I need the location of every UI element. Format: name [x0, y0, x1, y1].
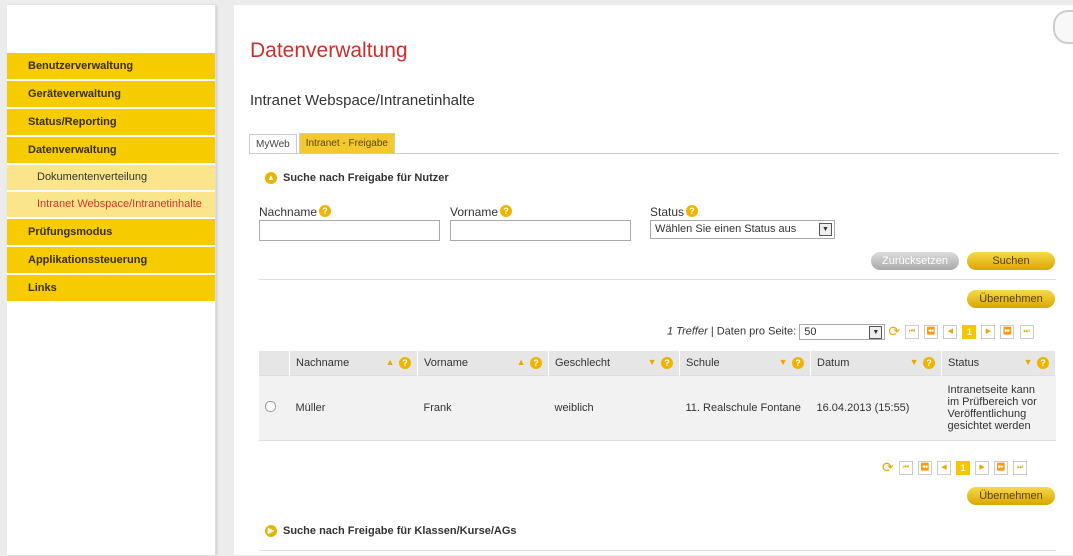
vorname-label: Vorname? — [450, 205, 513, 219]
last-page-icon[interactable]: ⏭ — [1013, 460, 1028, 475]
tab-bar: MyWeb Intranet - Freigabe — [249, 133, 397, 155]
column-header-geschlecht[interactable]: Geschlecht ▼ ? — [548, 351, 680, 376]
cell-vorname: Frank — [417, 375, 549, 441]
cell-schule: 11. Realschule Fontane — [679, 375, 811, 441]
sort-desc-icon[interactable]: ▼ ? — [648, 357, 673, 369]
table-header-row: Nachname ▲ ? Vorname ▲ ? Geschlecht ▼ ? Sch… — [259, 351, 1056, 376]
sort-asc-icon[interactable]: ▲ ? — [517, 357, 542, 369]
help-icon[interactable]: ? — [319, 205, 332, 217]
per-page-label: | Daten pro Seite: — [710, 325, 797, 338]
logo-icon — [1053, 10, 1073, 44]
column-label: Nachname — [296, 357, 350, 369]
current-page[interactable]: 1 — [962, 324, 977, 339]
divider — [259, 550, 1056, 551]
hit-count: 1 Treffer — [667, 325, 708, 338]
sidebar-subitem-dokumentenverteilung[interactable]: Dokumentenverteilung — [7, 165, 215, 192]
vorname-label-text: Vorname — [450, 205, 499, 219]
first-page-icon[interactable]: ⏮ — [905, 324, 920, 339]
status-select-value: Wählen Sie einen Status aus — [655, 223, 797, 235]
refresh-icon[interactable]: ⟳ — [888, 323, 900, 339]
nachname-input[interactable] — [259, 220, 440, 241]
prev-block-icon[interactable]: ⏪ — [917, 460, 932, 475]
vorname-input[interactable] — [450, 220, 631, 241]
prev-page-icon[interactable]: ◀ — [943, 324, 958, 339]
row-select-cell[interactable] — [259, 375, 290, 441]
sort-desc-icon[interactable]: ▼ ? — [910, 357, 935, 369]
sidebar-item-pruefungsmodus[interactable]: Prüfungsmodus — [7, 219, 215, 247]
section-header-nutzer[interactable]: ▲ Suche nach Freigabe für Nutzer — [265, 172, 449, 185]
page-title: Datenverwaltung — [250, 39, 408, 62]
pager-top: 1 Treffer | Daten pro Seite: 50 ▼ ⟳ ⏮ ⏪ ◀… — [667, 323, 1034, 340]
status-select[interactable]: Wählen Sie einen Status aus ▼ — [650, 220, 835, 239]
main-content: Datenverwaltung Intranet Webspace/Intran… — [234, 5, 1073, 555]
results-table: Nachname ▲ ? Vorname ▲ ? Geschlecht ▼ ? Sch… — [259, 351, 1056, 441]
divider — [259, 279, 1056, 280]
section-title-klassen: Suche nach Freigabe für Klassen/Kurse/AG… — [283, 525, 517, 537]
sidebar-item-benutzerverwaltung[interactable]: Benutzerverwaltung — [7, 53, 215, 81]
nachname-label: Nachname? — [259, 205, 332, 219]
row-radio[interactable] — [265, 401, 276, 412]
column-header-status[interactable]: Status ▼ ? — [941, 351, 1056, 376]
nachname-label-text: Nachname — [259, 205, 318, 219]
next-block-icon[interactable]: ⏩ — [994, 460, 1009, 475]
status-label: Status? — [650, 205, 699, 219]
sidebar-item-links[interactable]: Links — [7, 275, 215, 303]
apply-button-bottom[interactable]: Übernehmen — [967, 487, 1055, 505]
help-icon[interactable]: ? — [686, 205, 699, 217]
column-header-datum[interactable]: Datum ▼ ? — [810, 351, 942, 376]
sidebar-nav: Benutzerverwaltung Geräteverwaltung Stat… — [7, 53, 215, 303]
column-header-nachname[interactable]: Nachname ▲ ? — [289, 351, 418, 376]
next-block-icon[interactable]: ⏩ — [1000, 324, 1015, 339]
column-label: Vorname — [424, 357, 469, 369]
sidebar-subitem-intranet-webspace[interactable]: Intranet Webspace/Intranetinhalte — [7, 192, 215, 219]
pager-bottom: ⟳ ⏮ ⏪ ◀ 1 ▶ ⏩ ⏭ — [882, 459, 1028, 476]
prev-page-icon[interactable]: ◀ — [936, 460, 951, 475]
select-column-header — [259, 351, 290, 376]
expand-icon[interactable]: ▶ — [265, 525, 277, 538]
section-title-nutzer: Suche nach Freigabe für Nutzer — [283, 172, 449, 184]
apply-button-top[interactable]: Übernehmen — [967, 290, 1055, 308]
column-label: Datum — [817, 357, 850, 369]
reset-button[interactable]: Zurücksetzen — [871, 252, 959, 270]
sort-asc-icon[interactable]: ▲ ? — [386, 357, 411, 369]
table-row[interactable]: Müller Frank weiblich 11. Realschule Fon… — [259, 375, 1056, 441]
sidebar-item-datenverwaltung[interactable]: Datenverwaltung — [7, 137, 215, 165]
cell-nachname: Müller — [289, 375, 418, 441]
section-header-klassen[interactable]: ▶ Suche nach Freigabe für Klassen/Kurse/A… — [265, 525, 517, 538]
current-page[interactable]: 1 — [955, 460, 970, 475]
tab-intranet-freigabe[interactable]: Intranet - Freigabe — [298, 133, 395, 153]
sidebar-item-applikationssteuerung[interactable]: Applikationssteuerung — [7, 247, 215, 275]
collapse-icon[interactable]: ▲ — [265, 172, 277, 185]
chevron-down-icon[interactable]: ▼ — [869, 325, 883, 339]
tab-panel: ▲ Suche nach Freigabe für Nutzer Nachname… — [249, 153, 1059, 556]
prev-block-icon[interactable]: ⏪ — [924, 324, 939, 339]
sort-desc-icon[interactable]: ▼ ? — [1024, 357, 1049, 369]
status-label-text: Status — [650, 205, 685, 219]
column-header-vorname[interactable]: Vorname ▲ ? — [417, 351, 549, 376]
column-label: Schule — [686, 357, 720, 369]
first-page-icon[interactable]: ⏮ — [898, 460, 913, 475]
sort-desc-icon[interactable]: ▼ ? — [779, 357, 804, 369]
tab-myweb[interactable]: MyWeb — [249, 134, 297, 155]
column-header-schule[interactable]: Schule ▼ ? — [679, 351, 811, 376]
cell-datum: 16.04.2013 (15:55) — [810, 375, 942, 441]
cell-geschlecht: weiblich — [548, 375, 680, 441]
sidebar: Benutzerverwaltung Geräteverwaltung Stat… — [7, 5, 216, 555]
refresh-icon[interactable]: ⟳ — [882, 459, 894, 475]
help-icon[interactable]: ? — [500, 205, 513, 217]
sidebar-item-geraeteverwaltung[interactable]: Geräteverwaltung — [7, 81, 215, 109]
cell-status: Intranetseite kann im Prüfbereich vor Ve… — [941, 375, 1056, 441]
search-button[interactable]: Suchen — [967, 252, 1055, 270]
per-page-value: 50 — [804, 325, 817, 338]
sidebar-item-status-reporting[interactable]: Status/Reporting — [7, 109, 215, 137]
chevron-down-icon[interactable]: ▼ — [819, 223, 832, 236]
page-subtitle: Intranet Webspace/Intranetinhalte — [250, 92, 475, 109]
last-page-icon[interactable]: ⏭ — [1019, 324, 1034, 339]
next-page-icon[interactable]: ▶ — [981, 324, 996, 339]
column-label: Geschlecht — [555, 357, 611, 369]
per-page-select[interactable]: 50 ▼ — [799, 323, 886, 340]
column-label: Status — [948, 357, 980, 369]
next-page-icon[interactable]: ▶ — [975, 460, 990, 475]
